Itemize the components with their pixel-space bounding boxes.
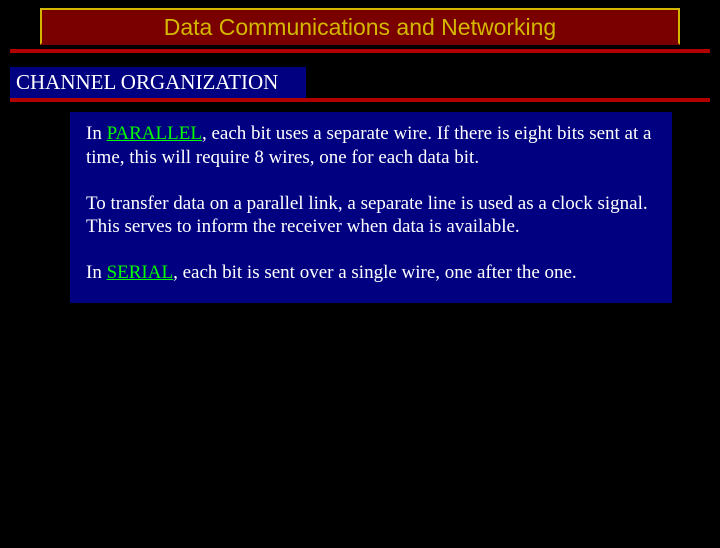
title-bar: Data Communications and Networking xyxy=(40,8,680,45)
paragraph-clock: To transfer data on a parallel link, a s… xyxy=(86,192,656,240)
slide: Data Communications and Networking CHANN… xyxy=(0,8,720,548)
slide-title: Data Communications and Networking xyxy=(164,14,556,40)
content-box: In PARALLEL, each bit uses a separate wi… xyxy=(70,112,672,303)
text: , each bit is sent over a single wire, o… xyxy=(173,262,577,283)
paragraph-parallel: In PARALLEL, each bit uses a separate wi… xyxy=(86,122,656,170)
paragraph-serial: In SERIAL, each bit is sent over a singl… xyxy=(86,261,656,285)
subheading: CHANNEL ORGANIZATION xyxy=(10,67,306,98)
text: In xyxy=(86,123,107,144)
keyword-parallel: PARALLEL xyxy=(107,123,202,144)
text: In xyxy=(86,262,107,283)
keyword-serial: SERIAL xyxy=(107,262,174,283)
divider-top xyxy=(10,49,710,53)
subheading-bar: CHANNEL ORGANIZATION xyxy=(10,67,710,102)
